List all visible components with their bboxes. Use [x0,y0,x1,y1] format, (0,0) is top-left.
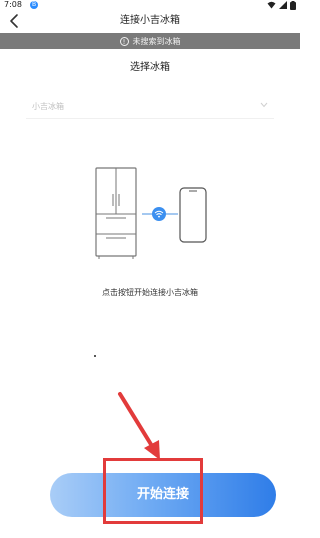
section-title: 选择冰箱 [130,62,170,73]
notification-badge-icon: B [30,1,38,9]
connection-illustration [95,167,207,259]
status-time: 7:08 [4,0,22,9]
wifi-status-icon [267,1,276,9]
chevron-down-icon [260,102,268,108]
instruction-text: 点击按钮开始连接小吉冰箱 [102,288,198,297]
status-icons [267,0,296,10]
notice-text: 未搜索到冰箱 [132,36,181,46]
phone-icon [179,187,207,243]
back-button[interactable] [6,12,24,30]
page-title: 连接小吉冰箱 [120,15,180,26]
fridge-icon [95,167,137,259]
status-bar: 7:08 B [0,0,300,10]
signal-icon [279,1,287,9]
wifi-icon [152,207,166,221]
info-icon: ! [119,36,129,46]
screen: 7:08 B 连接小吉冰箱 ! 未搜索到冰箱 选择冰箱 小吉冰箱 点击按钮开始连… [0,0,300,538]
fridge-select[interactable]: 小吉冰箱 [26,96,274,119]
fridge-select-value: 小吉冰箱 [32,102,64,111]
annotation-arrow-icon [118,392,160,460]
header: 连接小吉冰箱 [0,10,300,32]
stray-dot [94,355,96,357]
battery-icon [290,0,296,10]
chevron-left-icon [10,14,18,28]
start-connect-button[interactable]: 开始连接 [50,473,276,517]
notice-bar: ! 未搜索到冰箱 [0,33,300,49]
